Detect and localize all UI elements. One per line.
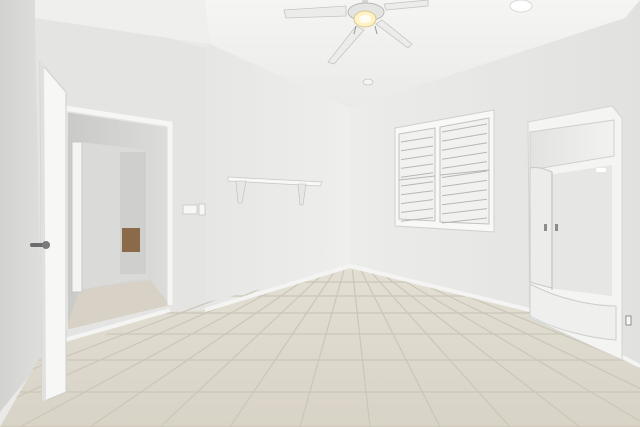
corner-display-niche (527, 105, 623, 361)
hallway-furniture (122, 228, 140, 252)
light-switch[interactable] (182, 204, 198, 215)
smoke-detector (362, 78, 374, 86)
recessed-light (509, 0, 533, 13)
empty-room-photo (0, 0, 640, 427)
niche-glass-doors[interactable] (529, 167, 553, 289)
niche-puck-light (596, 168, 606, 172)
fan-light-glow (359, 15, 371, 23)
niche-door-latch[interactable] (555, 224, 558, 231)
wall-outlet (625, 315, 632, 326)
door-handle-rose (42, 241, 50, 249)
shuttered-window (394, 109, 495, 233)
thermostat[interactable] (198, 203, 206, 216)
hallway-side-door (71, 141, 83, 293)
left-wall (0, 0, 42, 412)
hallway-far-door (120, 152, 146, 274)
niche-door-latch[interactable] (544, 224, 547, 231)
